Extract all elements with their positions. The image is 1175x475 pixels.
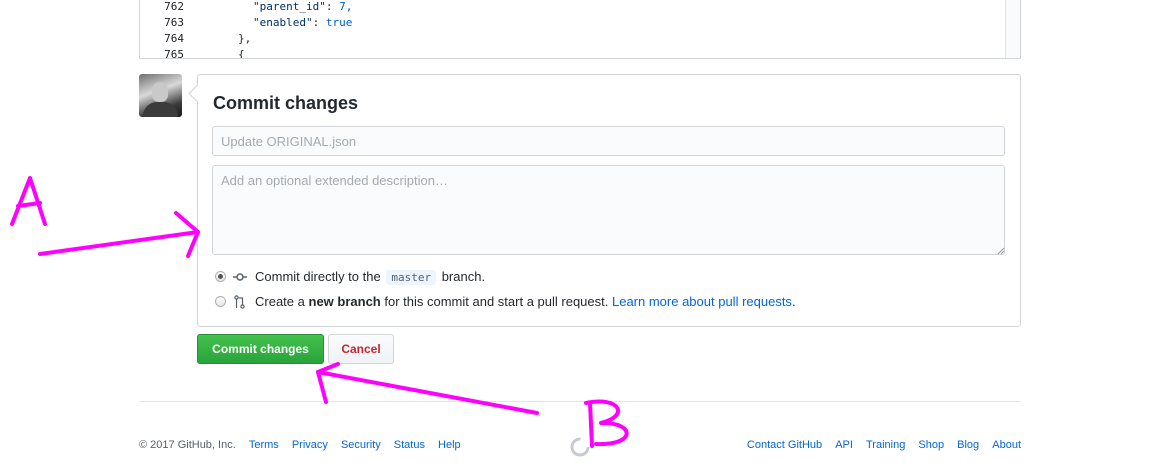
footer-divider <box>139 401 1021 402</box>
code-text: { <box>238 48 245 59</box>
branch-name: master <box>386 270 437 285</box>
speech-arrow <box>188 84 207 103</box>
footer-link-help[interactable]: Help <box>438 439 461 451</box>
avatar[interactable] <box>139 74 182 117</box>
code-value: true <box>325 16 353 29</box>
loading-spinner-icon <box>570 437 590 457</box>
footer-link-security[interactable]: Security <box>341 439 381 451</box>
annotation-arrow-a <box>38 211 200 258</box>
code-scrollbar[interactable] <box>1005 0 1020 58</box>
code-key: "parent_id" <box>252 0 326 13</box>
code-key: "enabled" <box>252 16 313 29</box>
copyright: © 2017 GitHub, Inc. <box>139 439 236 451</box>
commit-form: Commit changes Commit directly to the ma… <box>188 74 1021 327</box>
footer-link-blog[interactable]: Blog <box>957 439 979 451</box>
line-number: 765 <box>164 48 184 59</box>
annotation-letter-a <box>10 176 47 226</box>
footer-left: © 2017 GitHub, Inc. Terms Privacy Securi… <box>139 439 461 451</box>
learn-more-link[interactable]: Learn more about pull requests <box>612 294 792 309</box>
line-number: 762 <box>164 0 184 13</box>
footer-link-status[interactable]: Status <box>394 439 425 451</box>
footer-link-shop[interactable]: Shop <box>918 439 944 451</box>
annotation-letter-b <box>584 399 629 448</box>
resize-grip-icon[interactable] <box>997 247 1005 255</box>
git-commit-icon <box>233 273 247 281</box>
commit-title: Commit changes <box>213 93 359 113</box>
line-number: 763 <box>164 16 184 29</box>
footer-link-api[interactable]: API <box>835 439 853 451</box>
commit-direct-radio[interactable] <box>215 271 226 282</box>
footer-link-about[interactable]: About <box>992 439 1021 451</box>
commit-description-input[interactable] <box>212 165 1005 255</box>
commit-changes-button[interactable]: Commit changes <box>197 334 324 364</box>
commit-summary-input[interactable] <box>212 126 1005 156</box>
new-branch-radio[interactable] <box>215 296 226 307</box>
footer-link-terms[interactable]: Terms <box>249 439 279 451</box>
code-value: 7, <box>339 0 353 13</box>
line-number: 764 <box>164 32 184 45</box>
footer-link-training[interactable]: Training <box>866 439 905 451</box>
footer-link-contact[interactable]: Contact GitHub <box>747 439 822 451</box>
code-viewer: 762 "parent_id": 7, 763 "enabled": true … <box>139 0 1021 59</box>
annotation-arrow-b <box>316 362 539 415</box>
footer-right: Contact GitHub API Training Shop Blog Ab… <box>747 439 1021 451</box>
cancel-button[interactable]: Cancel <box>328 334 394 364</box>
footer-link-privacy[interactable]: Privacy <box>292 439 328 451</box>
git-pull-request-icon <box>234 295 245 309</box>
code-text: }, <box>238 32 252 45</box>
